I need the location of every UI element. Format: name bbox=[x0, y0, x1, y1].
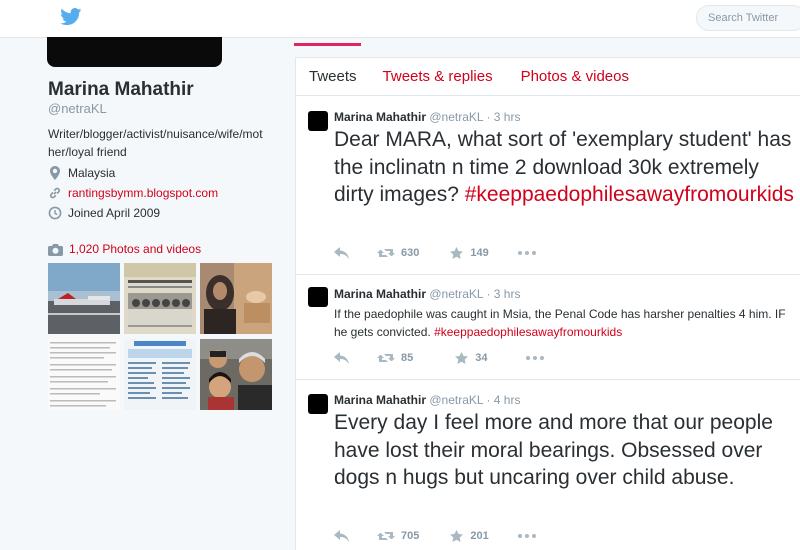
retweet-icon bbox=[377, 532, 395, 540]
tweet-avatar[interactable] bbox=[308, 111, 328, 131]
profile-website[interactable]: rantingsbymm.blogspot.com bbox=[48, 186, 218, 200]
photos-videos-label[interactable]: 1,020 Photos and videos bbox=[69, 242, 201, 256]
tweet-author-name[interactable]: Marina Mahathir bbox=[334, 287, 426, 301]
tweet-timestamp[interactable]: · 3 hrs bbox=[486, 110, 520, 124]
like-button[interactable]: 201 bbox=[450, 530, 489, 542]
tweet-header: Marina Mahathir @netraKL · 4 hrs bbox=[334, 393, 520, 407]
tab-photos-videos[interactable]: Photos & videos bbox=[521, 68, 629, 85]
tweet-text: Every day I feel more and more that our … bbox=[334, 411, 773, 489]
like-button[interactable]: 149 bbox=[450, 247, 489, 259]
location-text: Malaysia bbox=[68, 166, 116, 180]
retweet-count: 705 bbox=[401, 530, 420, 542]
retweet-count: 85 bbox=[401, 352, 414, 364]
tweet-author-handle[interactable]: @netraKL bbox=[429, 287, 483, 301]
joined-text: Joined April 2009 bbox=[68, 206, 161, 220]
retweet-icon bbox=[377, 249, 395, 257]
tweet-actions: 85 34 bbox=[334, 352, 544, 364]
reply-button[interactable] bbox=[334, 352, 349, 364]
reply-icon bbox=[334, 352, 349, 364]
active-tab-indicator bbox=[294, 43, 361, 46]
media-thumbnail-text-document[interactable] bbox=[48, 339, 120, 410]
tweet-author-handle[interactable]: @netraKL bbox=[429, 393, 483, 407]
profile-handle[interactable]: @netraKL bbox=[48, 101, 107, 116]
star-icon bbox=[455, 352, 469, 364]
more-dots-icon bbox=[517, 251, 536, 255]
retweet-button[interactable]: 705 bbox=[349, 530, 419, 542]
tweet-avatar[interactable] bbox=[308, 394, 328, 414]
camera-icon bbox=[48, 243, 63, 256]
tab-tweets[interactable]: Tweets bbox=[309, 68, 357, 85]
retweet-count: 630 bbox=[401, 247, 420, 259]
reply-icon bbox=[334, 530, 349, 542]
media-thumbnail-infographic[interactable] bbox=[124, 339, 196, 410]
tweet-header: Marina Mahathir @netraKL · 3 hrs bbox=[334, 287, 520, 301]
calendar-clock-icon bbox=[48, 206, 62, 220]
retweet-icon bbox=[377, 354, 395, 362]
tweet-timestamp[interactable]: · 3 hrs bbox=[486, 287, 520, 301]
star-icon bbox=[450, 530, 464, 542]
tweet-timestamp[interactable]: · 4 hrs bbox=[486, 393, 520, 407]
like-count: 149 bbox=[470, 247, 489, 259]
more-button[interactable] bbox=[517, 247, 536, 259]
profile-location: Malaysia bbox=[48, 166, 115, 180]
tweet-header: Marina Mahathir @netraKL · 3 hrs bbox=[334, 110, 520, 124]
reply-button[interactable] bbox=[334, 530, 349, 542]
location-pin-icon bbox=[50, 166, 60, 180]
star-icon bbox=[450, 247, 464, 259]
website-link[interactable]: rantingsbymm.blogspot.com bbox=[68, 186, 218, 200]
like-count: 201 bbox=[470, 530, 489, 542]
tweet-text: Dear MARA, what sort of 'exemplary stude… bbox=[334, 126, 794, 209]
media-thumbnail-airport[interactable] bbox=[48, 263, 120, 334]
profile-avatar[interactable] bbox=[47, 37, 222, 67]
more-dots-icon bbox=[517, 534, 536, 538]
top-navigation-bar: Search Twitter bbox=[0, 0, 800, 38]
tweet-author-name[interactable]: Marina Mahathir bbox=[334, 393, 426, 407]
tweet-actions: 630 149 bbox=[334, 247, 536, 259]
tweet-item[interactable]: Marina Mahathir @netraKL · 3 hrs If the … bbox=[296, 275, 800, 380]
retweet-button[interactable]: 85 bbox=[349, 352, 413, 364]
tweet-item[interactable]: Marina Mahathir @netraKL · 4 hrs Every d… bbox=[296, 380, 800, 550]
tweet-hashtag[interactable]: #keeppaedophilesawayfromourkids bbox=[434, 325, 622, 339]
tab-tweets-replies[interactable]: Tweets & replies bbox=[383, 68, 493, 85]
tweet-author-name[interactable]: Marina Mahathir bbox=[334, 110, 426, 124]
more-button[interactable] bbox=[517, 530, 536, 542]
twitter-bird-icon[interactable] bbox=[60, 8, 82, 26]
like-button[interactable]: 34 bbox=[455, 352, 488, 364]
tweet-avatar[interactable] bbox=[308, 287, 328, 307]
media-thumbnail-portrait[interactable] bbox=[200, 263, 272, 334]
media-thumbnail-newspaper[interactable] bbox=[124, 263, 196, 334]
link-icon bbox=[50, 187, 60, 199]
tweet-author-handle[interactable]: @netraKL bbox=[429, 110, 483, 124]
tweet-hashtag[interactable]: #keeppaedophilesawayfromourkids bbox=[465, 183, 794, 206]
profile-bio: Writer/blogger/activist/nuisance/wife/mo… bbox=[48, 127, 263, 159]
more-dots-icon bbox=[525, 356, 544, 360]
timeline-tabs: Tweets Tweets & replies Photos & videos bbox=[296, 58, 800, 96]
reply-button[interactable] bbox=[334, 247, 349, 259]
search-input[interactable]: Search Twitter bbox=[696, 5, 800, 31]
photos-videos-link[interactable]: 1,020 Photos and videos bbox=[48, 242, 201, 256]
more-button[interactable] bbox=[525, 352, 544, 364]
media-grid bbox=[48, 263, 273, 413]
reply-icon bbox=[334, 247, 349, 259]
retweet-button[interactable]: 630 bbox=[349, 247, 419, 259]
profile-joined: Joined April 2009 bbox=[48, 206, 160, 220]
media-thumbnail-selfie[interactable] bbox=[200, 339, 272, 410]
like-count: 34 bbox=[475, 352, 488, 364]
tweet-item[interactable]: Marina Mahathir @netraKL · 3 hrs Dear MA… bbox=[296, 97, 800, 275]
tweet-text: If the paedophile was caught in Msia, th… bbox=[334, 305, 799, 341]
profile-name[interactable]: Marina Mahathir bbox=[48, 79, 194, 101]
tweet-timeline: Tweets Tweets & replies Photos & videos … bbox=[295, 57, 800, 550]
tweet-actions: 705 201 bbox=[334, 530, 536, 542]
